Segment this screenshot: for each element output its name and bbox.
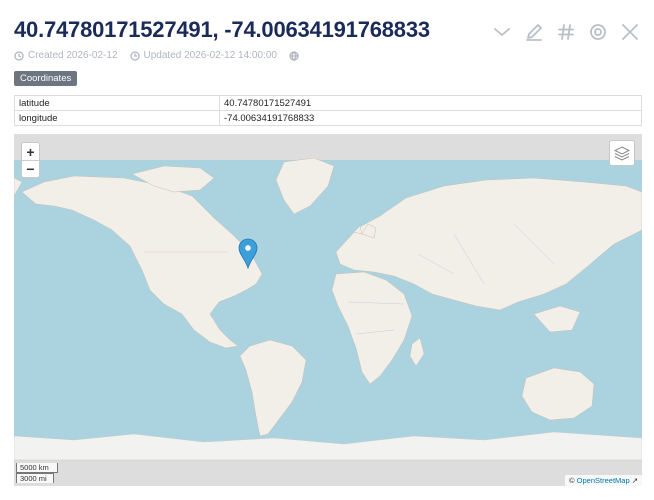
zoom-control: + −	[21, 142, 40, 178]
history-icon	[14, 50, 24, 61]
scale-km: 5000 km	[16, 463, 58, 473]
hash-icon	[558, 24, 574, 40]
property-value: -74.00634191768833	[219, 110, 642, 126]
property-key: longitude	[14, 110, 220, 126]
close-button[interactable]	[620, 22, 640, 42]
scale-mi: 3000 mi	[16, 473, 54, 483]
created-date: Created 2026-02-12	[28, 50, 118, 61]
hash-button[interactable]	[556, 22, 576, 42]
osm-link[interactable]: OpenStreetMap	[577, 476, 630, 485]
close-icon	[622, 24, 638, 40]
table-row: longitude -74.00634191768833	[14, 110, 642, 126]
locate-button[interactable]	[588, 22, 608, 42]
map-view[interactable]: + − 5000 km 3000 mi © OpenStreetMap ↗	[14, 134, 642, 486]
pencil-icon	[526, 24, 542, 41]
zoom-out-button[interactable]: −	[22, 160, 39, 177]
properties-table: latitude 40.74780171527491 longitude -74…	[14, 95, 642, 126]
layers-icon	[613, 146, 631, 161]
page-title: 40.74780171527491, -74.00634191768833	[14, 17, 430, 42]
scale-bar: 5000 km 3000 mi	[16, 463, 58, 483]
chevron-down-icon	[494, 28, 510, 36]
layers-button[interactable]	[609, 140, 635, 166]
map-attribution: © OpenStreetMap ↗	[565, 475, 642, 486]
edit-button[interactable]	[524, 22, 544, 42]
property-key: latitude	[14, 95, 220, 111]
meta-info: Created 2026-02-12 Updated 2026-02-12 14…	[14, 50, 299, 61]
zoom-in-button[interactable]: +	[22, 143, 39, 160]
tag-badge[interactable]: Coordinates	[14, 71, 78, 86]
clock-icon	[129, 50, 140, 61]
table-row: latitude 40.74780171527491	[14, 95, 642, 111]
updated-date: Updated 2026-02-12 14:00:00	[143, 50, 277, 61]
globe-icon[interactable]	[289, 50, 299, 61]
property-value: 40.74780171527491	[219, 95, 642, 111]
target-icon	[590, 24, 606, 40]
world-map[interactable]	[14, 134, 642, 486]
toolbar	[492, 22, 640, 42]
collapse-button[interactable]	[492, 22, 512, 42]
